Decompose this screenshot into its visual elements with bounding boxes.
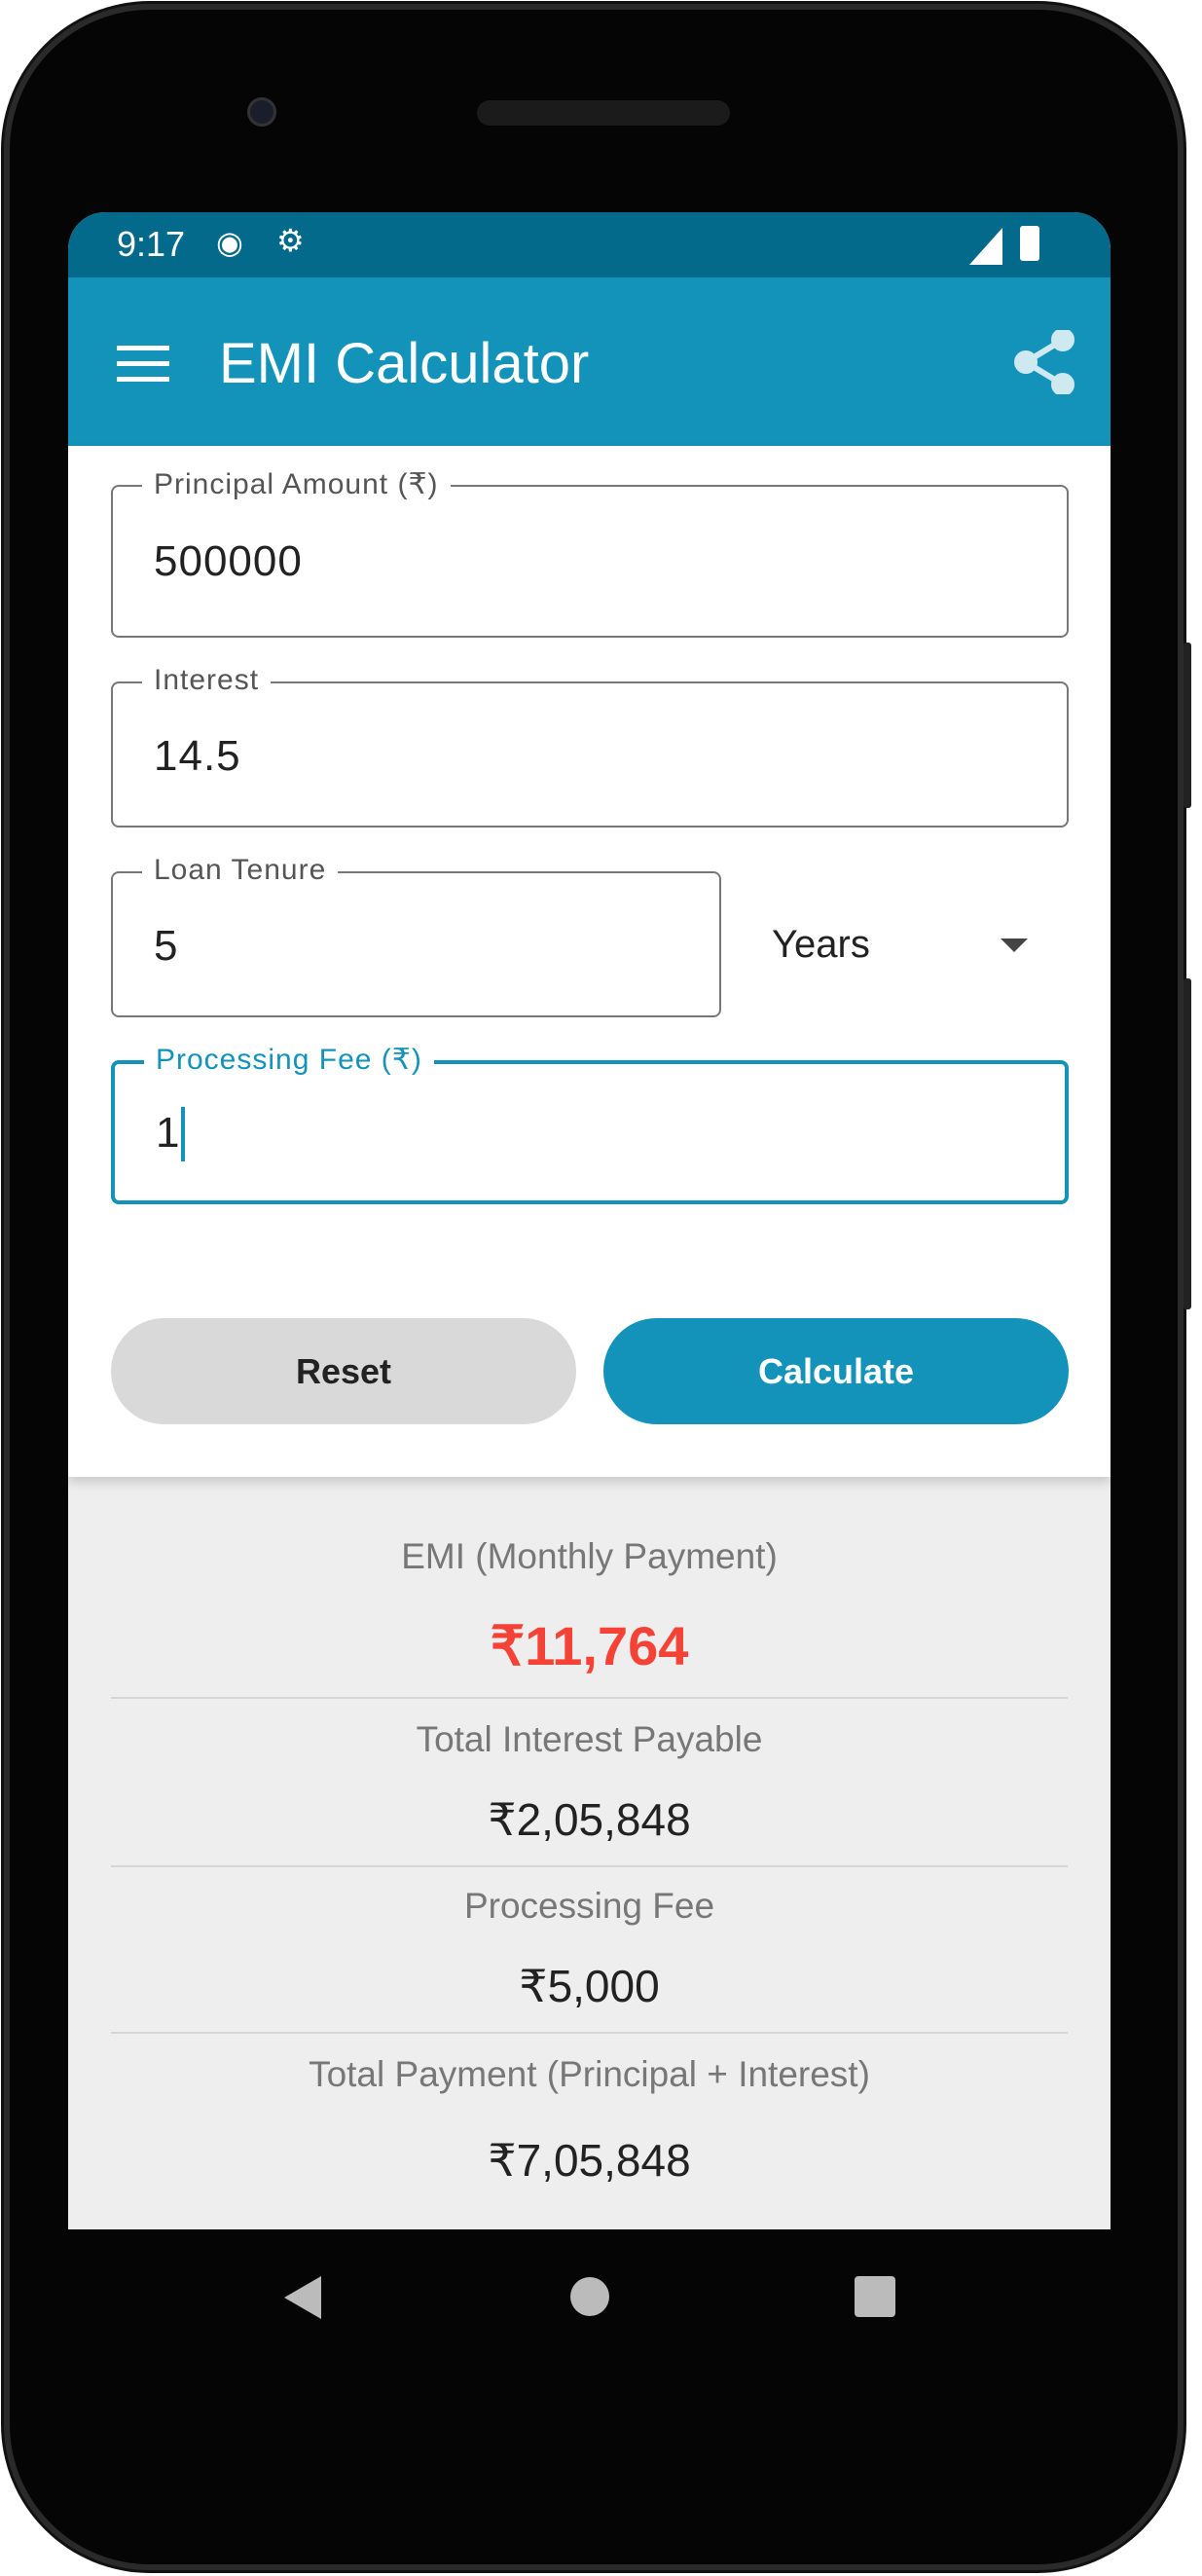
hamburger-menu-icon[interactable] <box>117 344 169 383</box>
calculate-button[interactable]: Calculate <box>603 1318 1069 1424</box>
processing-fee-label: Processing Fee (₹) <box>144 1043 434 1077</box>
back-icon[interactable] <box>284 2276 323 2319</box>
app-title: EMI Calculator <box>219 332 590 395</box>
emi-label: EMI (Monthly Payment) <box>401 1536 778 1576</box>
signal-icon <box>969 228 1002 265</box>
emi-value: ₹11,764 <box>490 1615 689 1676</box>
principal-amount-field[interactable]: Principal Amount (₹) 500000 <box>111 467 1069 638</box>
home-icon[interactable] <box>569 2276 610 2317</box>
status-time: 9:17 <box>117 224 186 264</box>
screen: 9:17 ◉ ⚙ EMI Calculator Principal Amount… <box>68 212 1111 2229</box>
total-interest-value: ₹2,05,848 <box>488 1794 691 1845</box>
tenure-unit-dropdown[interactable]: Years <box>772 911 1054 979</box>
status-bar: 9:17 ◉ ⚙ <box>68 212 1111 277</box>
notification-icon: ◉ <box>216 225 243 260</box>
processing-fee-value: 1 <box>156 1109 181 1157</box>
input-card: Principal Amount (₹) 500000 Interest 14.… <box>68 446 1111 1477</box>
chevron-down-icon <box>1001 938 1028 952</box>
battery-icon <box>1020 226 1039 261</box>
speaker-grille <box>477 100 730 126</box>
power-button <box>1184 978 1191 1309</box>
processing-fee-field[interactable]: Processing Fee (₹) 1 <box>111 1043 1069 1204</box>
share-icon[interactable] <box>1014 330 1076 394</box>
navigation-bar <box>68 2229 1111 2366</box>
principal-value: 500000 <box>154 537 303 585</box>
tenure-unit-value: Years <box>772 923 870 966</box>
processing-fee-result-label: Processing Fee <box>463 1886 715 1926</box>
divider <box>111 1865 1068 1867</box>
interest-label: Interest <box>142 664 272 697</box>
loan-tenure-label: Loan Tenure <box>142 854 339 887</box>
text-cursor <box>181 1107 185 1161</box>
interest-value: 14.5 <box>154 732 241 780</box>
loan-tenure-value: 5 <box>154 922 179 970</box>
total-interest-label: Total Interest Payable <box>416 1719 763 1759</box>
total-payment-label: Total Payment (Principal + Interest) <box>309 2054 870 2094</box>
principal-label: Principal Amount (₹) <box>142 467 451 501</box>
divider <box>111 1697 1068 1699</box>
total-payment-value: ₹7,05,848 <box>488 2135 691 2186</box>
reset-button[interactable]: Reset <box>111 1318 576 1424</box>
divider <box>111 2032 1068 2034</box>
front-camera <box>247 97 276 127</box>
settings-notification-icon: ⚙ <box>276 223 305 258</box>
recents-icon[interactable] <box>855 2276 895 2317</box>
processing-fee-result-value: ₹5,000 <box>519 1961 660 2011</box>
volume-button <box>1184 643 1191 808</box>
app-bar: EMI Calculator <box>68 277 1111 446</box>
interest-field[interactable]: Interest 14.5 <box>111 664 1069 828</box>
loan-tenure-field[interactable]: Loan Tenure 5 <box>111 854 721 1017</box>
